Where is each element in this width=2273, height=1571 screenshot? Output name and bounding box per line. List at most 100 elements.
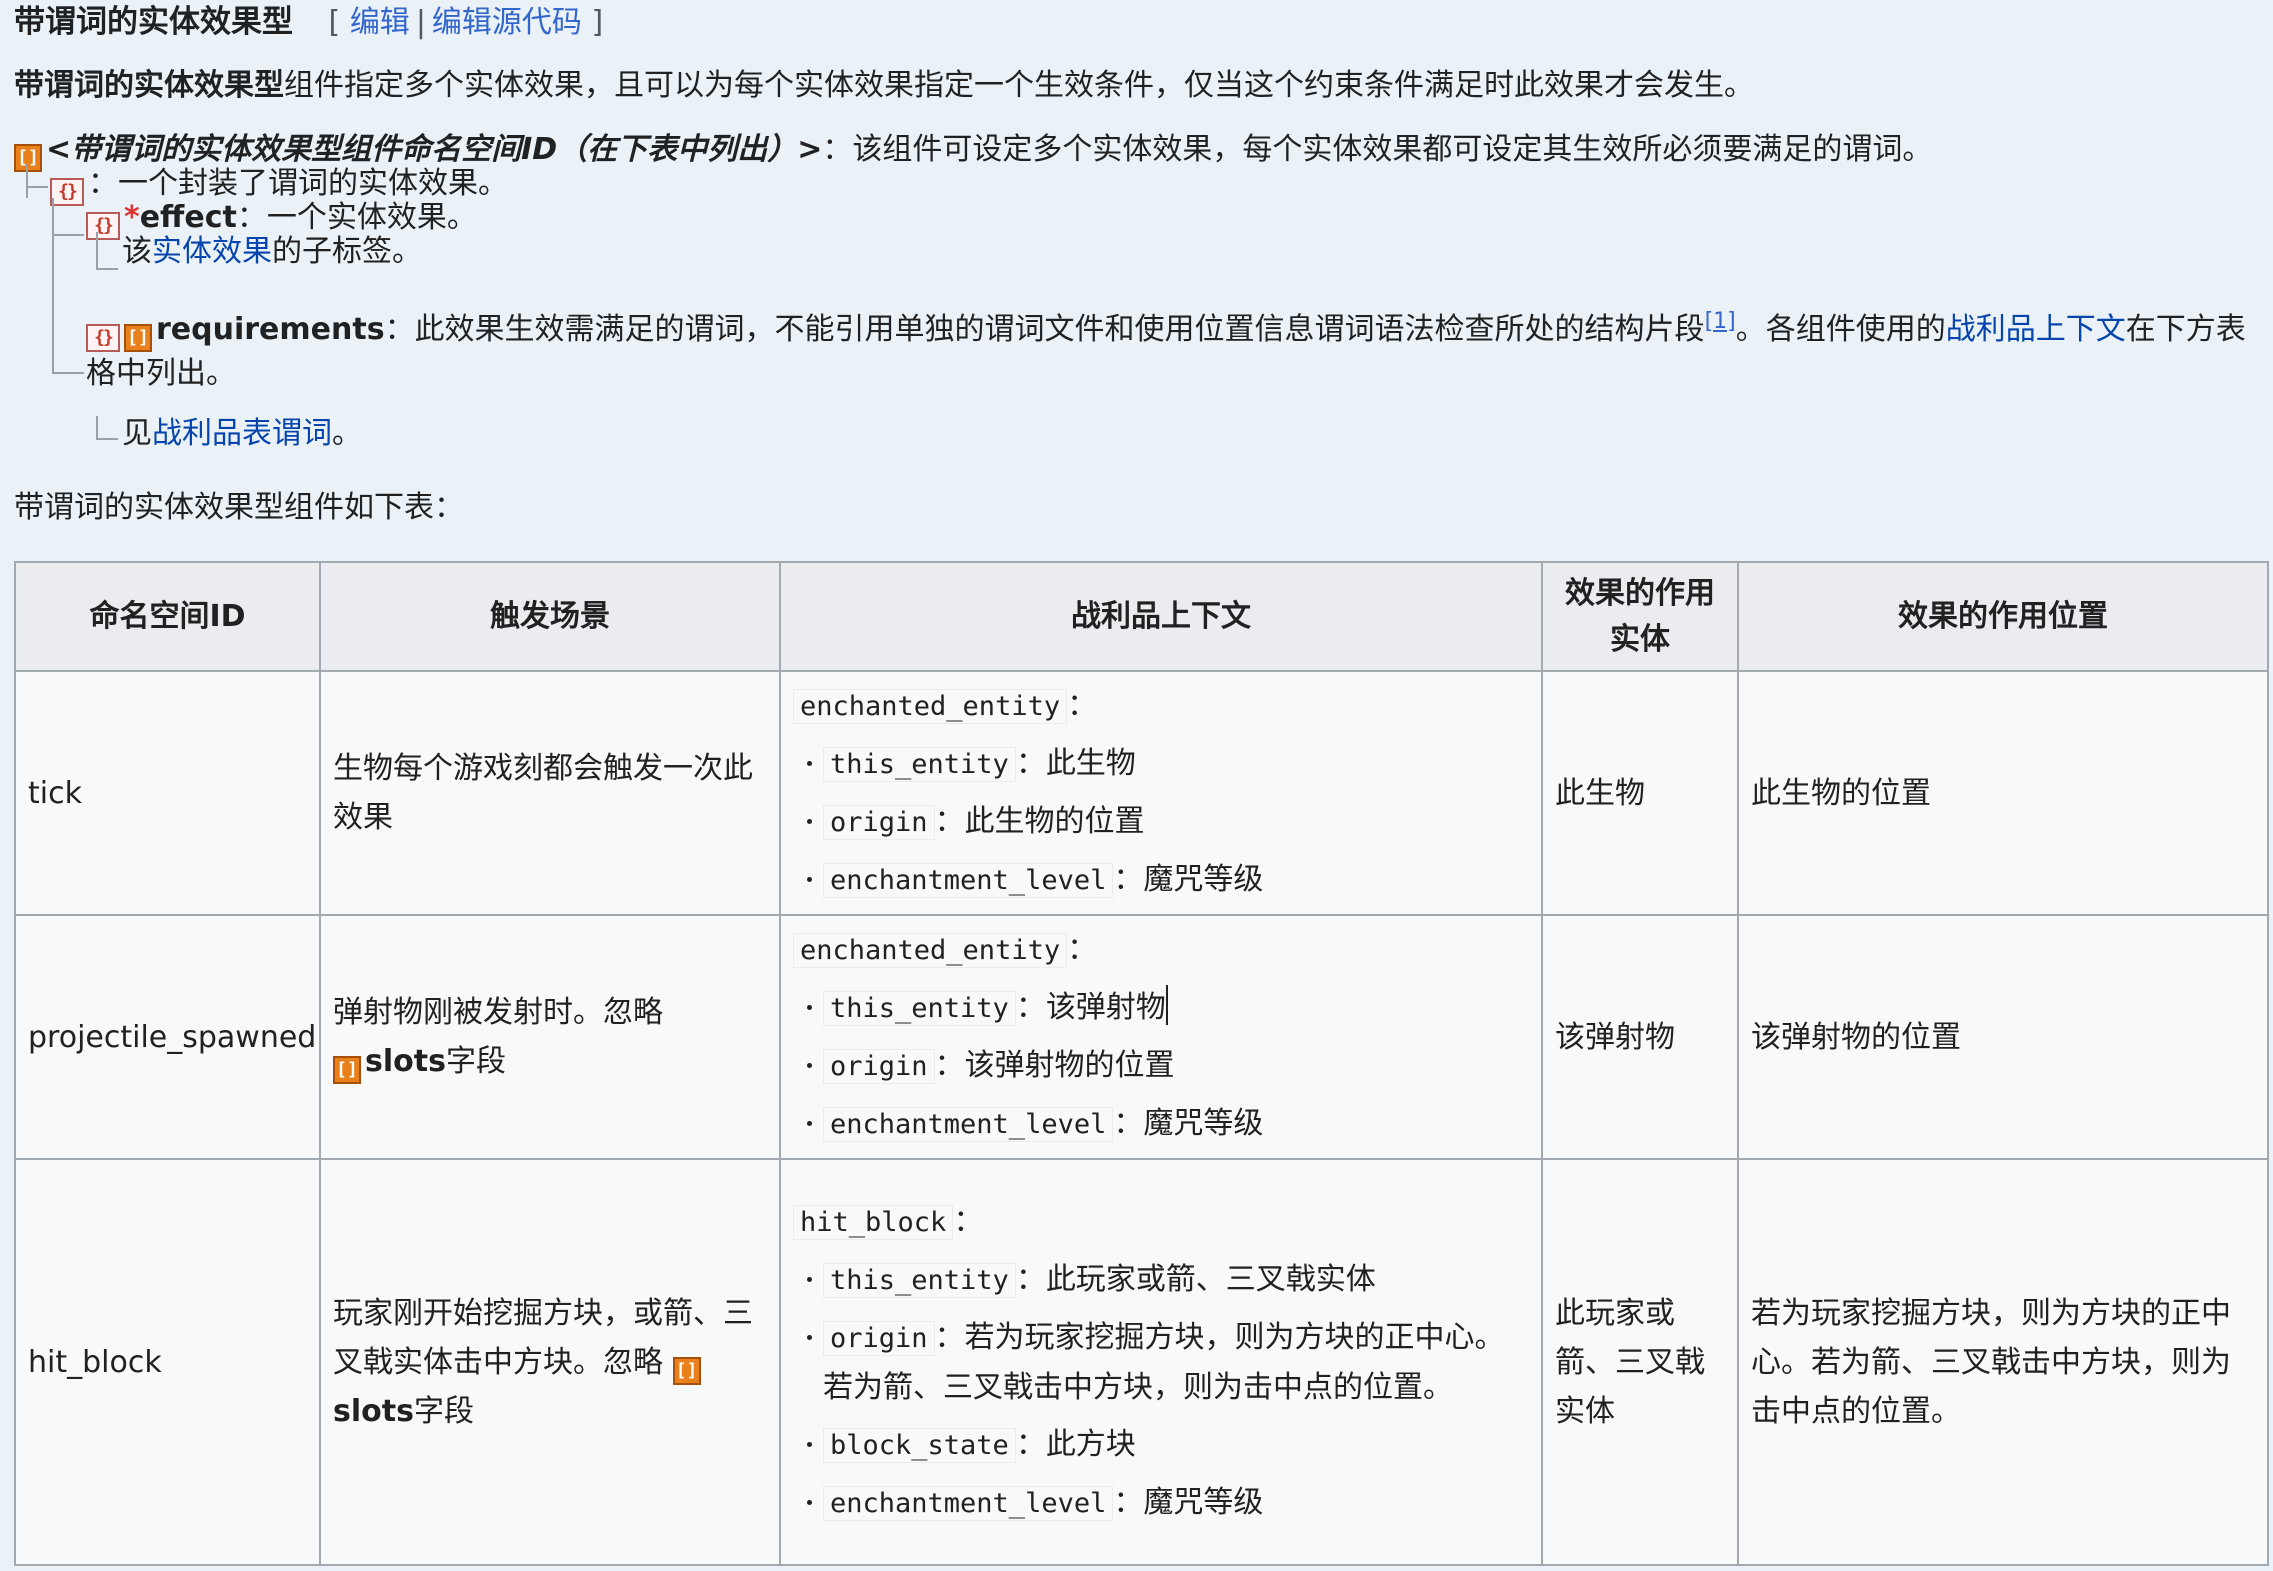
- tree-connector: [52, 308, 84, 374]
- header-namespace-id: 命名空间ID: [14, 561, 321, 672]
- header-trigger: 触发场景: [319, 561, 781, 672]
- cell-position: 该弹射物的位置: [1737, 914, 2269, 1160]
- requirements-name: requirements: [156, 312, 385, 347]
- cell-entity: 此玩家或箭、三叉戟实体: [1541, 1158, 1739, 1566]
- requirements-desc: ：此效果生效需满足的谓词，不能引用单独的谓词文件和使用位置信息谓词语法检查所处的…: [384, 312, 1705, 347]
- colon: ：: [1015, 990, 1046, 1025]
- colon: ：: [934, 804, 965, 839]
- context-entry: enchantment_level ：魔咒等级: [807, 1095, 1529, 1153]
- requirements-desc-2: 。各组件使用的: [1735, 312, 1946, 347]
- context-entry: this_entity ：此生物: [807, 735, 1529, 793]
- colon: ：: [1015, 746, 1046, 781]
- compound-tag-icon: {}: [86, 324, 120, 352]
- page: 带谓词的实体效果型 [ 编辑 | 编辑源代码 ] 带谓词的实体效果型组件指定多个实体…: [0, 0, 2273, 1571]
- trigger-suffix: 字段: [413, 1393, 474, 1429]
- context-name: enchanted_entity: [793, 933, 1068, 968]
- context-desc: 此玩家或箭、三叉戟实体: [1045, 1261, 1376, 1297]
- section-title: 带谓词的实体效果型: [14, 4, 293, 40]
- edit-links: [ 编辑 | 编辑源代码 ]: [329, 5, 604, 40]
- context-key: enchantment_level: [823, 1107, 1114, 1142]
- req-child-post: 。: [332, 416, 362, 451]
- tree-requirements: {}[] requirements：此效果生效需满足的谓词，不能引用单独的谓词文件…: [86, 298, 2266, 396]
- context-desc: 此生物: [1045, 746, 1136, 781]
- colon: ：: [1113, 862, 1144, 897]
- context-desc: 魔咒等级: [1143, 862, 1264, 897]
- intro-text: 组件指定多个实体效果，且可以为每个实体效果指定一个生效条件，仅当这个约束条件满足…: [284, 68, 1754, 103]
- colon: ：: [1113, 1106, 1144, 1141]
- context-key: origin: [823, 1320, 935, 1356]
- list-tag-icon: []: [333, 1056, 361, 1084]
- cell-id: projectile_spawned: [14, 914, 321, 1160]
- context-entry: origin ：若为玩家挖掘方块，则为方块的正中心。若为箭、三叉戟击中方块，则为击…: [807, 1309, 1529, 1416]
- loot-predicate-link[interactable]: 战利品表谓词: [152, 416, 332, 451]
- context-desc: 魔咒等级: [1143, 1106, 1264, 1141]
- table-row: hit_block 玩家刚开始挖掘方块，或箭、三叉戟实体击中方块。忽略 []sl…: [14, 1158, 2269, 1566]
- table-header-row: 命名空间ID 触发场景 战利品上下文 效果的作用实体 效果的作用位置: [14, 561, 2269, 672]
- context-entry: block_state ：此方块: [807, 1416, 1529, 1474]
- context-entry: origin ：该弹射物的位置: [807, 1037, 1529, 1095]
- context-key: this_entity: [823, 747, 1016, 782]
- trigger-field: slots: [365, 1044, 446, 1079]
- cell-position: 此生物的位置: [1737, 670, 2269, 916]
- tree-connector: [96, 416, 118, 440]
- colon: ：: [934, 1319, 965, 1355]
- cell-trigger: 生物每个游戏刻都会触发一次此效果: [319, 670, 781, 916]
- header-affected-entity: 效果的作用实体: [1541, 561, 1739, 672]
- cell-trigger: 玩家刚开始挖掘方块，或箭、三叉戟实体击中方块。忽略 []slots字段: [319, 1158, 781, 1566]
- context-name: enchanted_entity: [793, 689, 1068, 724]
- intro-bold: 带谓词的实体效果型: [14, 68, 284, 103]
- context-key: this_entity: [823, 991, 1016, 1026]
- table-row: tick 生物每个游戏刻都会触发一次此效果 enchanted_entity： …: [14, 670, 2269, 916]
- tree-effect-child: 该实体效果的子标签。: [122, 230, 422, 274]
- cell-entity: 此生物: [1541, 670, 1739, 916]
- cell-context: enchanted_entity： this_entity ：该弹射物 origi…: [779, 914, 1543, 1160]
- loot-context-link[interactable]: 战利品上下文: [1946, 312, 2126, 347]
- context-key: block_state: [823, 1427, 1016, 1463]
- context-desc: 此方块: [1045, 1426, 1136, 1462]
- context-key: this_entity: [823, 1262, 1016, 1298]
- header-loot-context: 战利品上下文: [779, 561, 1543, 672]
- colon: ：: [934, 1048, 965, 1083]
- cell-id: tick: [14, 670, 321, 916]
- context-entry: origin ：此生物的位置: [807, 793, 1529, 851]
- table-row: projectile_spawned 弹射物刚被发射时。忽略 [] slots字段…: [14, 914, 2269, 1160]
- components-table: 命名空间ID 触发场景 战利品上下文 效果的作用实体 效果的作用位置 tick …: [14, 561, 2269, 1566]
- context-entry: this_entity ：此玩家或箭、三叉戟实体: [807, 1251, 1529, 1309]
- text-cursor: [1165, 985, 1168, 1025]
- tree-connector: [26, 164, 48, 188]
- colon: ：: [953, 1203, 984, 1239]
- context-desc: 魔咒等级: [1143, 1484, 1264, 1520]
- trigger-suffix: 字段: [445, 1044, 506, 1079]
- trigger-field: slots: [333, 1393, 414, 1429]
- section-heading: 带谓词的实体效果型 [ 编辑 | 编辑源代码 ]: [14, 4, 603, 41]
- trigger-text: 弹射物刚被发射时。忽略: [333, 995, 663, 1030]
- context-key: origin: [823, 1049, 935, 1084]
- colon: ：: [1067, 688, 1098, 723]
- cell-context: enchanted_entity： this_entity ：此生物 origin…: [779, 670, 1543, 916]
- list-tag-icon: []: [672, 1356, 701, 1385]
- tree-connector: [96, 232, 118, 270]
- req-child-pre: 见: [122, 416, 152, 451]
- table-caption: 带谓词的实体效果型组件如下表：: [14, 490, 464, 525]
- cell-context: hit_block： this_entity ：此玩家或箭、三叉戟实体 origi…: [779, 1158, 1543, 1566]
- colon: ：: [1015, 1261, 1046, 1297]
- cell-position: 若为玩家挖掘方块，则为方块的正中心。若为箭、三叉戟击中方块，则为击中点的位置。: [1737, 1158, 2269, 1566]
- context-entry: enchantment_level ：魔咒等级: [807, 851, 1529, 909]
- context-desc: 该弹射物的位置: [964, 1048, 1175, 1083]
- edit-link[interactable]: 编辑: [350, 5, 410, 40]
- edit-source-link[interactable]: 编辑源代码: [432, 5, 582, 40]
- effect-child-pre: 该: [122, 234, 152, 269]
- reference-link[interactable]: [1]: [1705, 309, 1736, 334]
- edit-bracket-close: ]: [591, 5, 604, 40]
- cell-entity: 该弹射物: [1541, 914, 1739, 1160]
- tree-connector: [52, 198, 84, 236]
- colon: ：: [1113, 1484, 1144, 1520]
- colon: ：: [1015, 1426, 1046, 1462]
- intro-paragraph: 带谓词的实体效果型组件指定多个实体效果，且可以为每个实体效果指定一个生效条件，仅…: [14, 66, 1754, 106]
- colon: ：: [1067, 932, 1098, 967]
- context-key: origin: [823, 805, 935, 840]
- edit-bracket-open: [: [328, 5, 341, 40]
- context-entry: this_entity ：该弹射物: [807, 979, 1529, 1037]
- entity-effect-link[interactable]: 实体效果: [152, 234, 272, 269]
- context-key: enchantment_level: [823, 1485, 1114, 1521]
